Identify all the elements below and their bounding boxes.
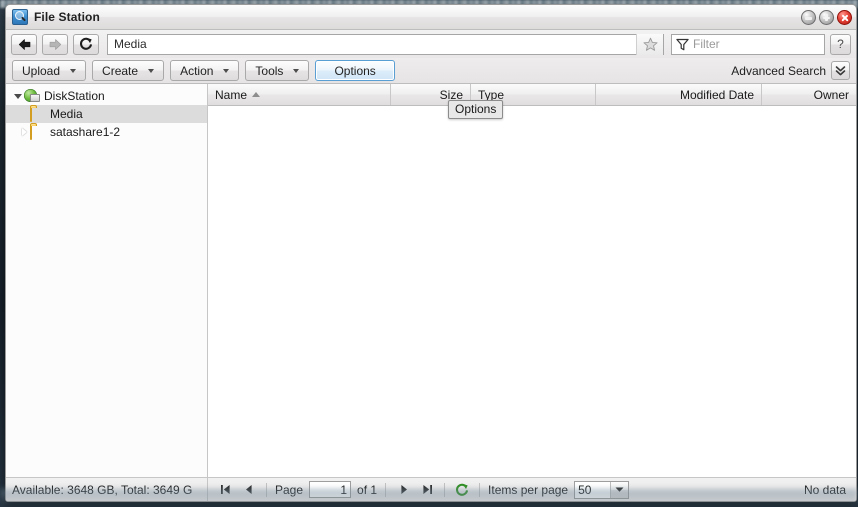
divider	[479, 482, 481, 497]
folder-icon	[30, 124, 46, 140]
arrow-right-icon	[49, 38, 61, 50]
arrow-left-icon	[18, 38, 30, 50]
items-per-page-select[interactable]: 50	[574, 480, 630, 499]
navigation-bar: Media Filter ?	[6, 30, 856, 58]
tree-item-diskstation[interactable]: DiskStation	[6, 87, 207, 105]
main-toolbar: Upload Create Action Tools Options Advan…	[6, 58, 856, 84]
next-page-button[interactable]	[394, 481, 412, 499]
options-button[interactable]: Options	[315, 60, 395, 81]
minimize-button[interactable]	[801, 9, 816, 25]
sort-ascending-icon	[252, 92, 261, 97]
divider	[266, 482, 267, 497]
window-controls	[801, 9, 852, 25]
tree-item-label: Media	[50, 107, 83, 121]
divider	[444, 482, 446, 497]
column-header-name[interactable]: Name	[208, 84, 391, 105]
tree-item-label: satashare1-2	[50, 125, 121, 139]
chevron-down-icon[interactable]	[223, 68, 230, 73]
chevron-down-icon[interactable]	[610, 481, 629, 498]
upload-button-label: Upload	[22, 63, 61, 78]
chevron-double-down-icon[interactable]	[831, 61, 850, 80]
address-input[interactable]: Media	[108, 37, 636, 51]
file-list-panel: Name Size Type Modified Date Owner Page …	[208, 84, 856, 501]
refresh-icon	[456, 483, 469, 496]
upload-button[interactable]: Upload	[12, 60, 87, 81]
action-button-label: Action	[180, 63, 214, 78]
diskstation-icon	[24, 89, 40, 103]
filter-icon	[676, 38, 689, 50]
file-list-body[interactable]	[208, 106, 856, 477]
create-button-label: Create	[102, 63, 139, 78]
page-label: Page	[275, 482, 304, 497]
star-icon[interactable]	[636, 33, 663, 55]
advanced-search-label: Advanced Search	[731, 63, 826, 78]
storage-status: Available: 3648 GB, Total: 3649 G	[6, 477, 207, 501]
folder-icon	[30, 106, 46, 122]
folder-tree-panel: DiskStation Media satashare1-2 Available…	[6, 84, 208, 501]
items-per-page-value: 50	[578, 482, 592, 497]
refresh-button[interactable]	[73, 33, 99, 55]
column-header-label: Name	[215, 87, 248, 102]
file-station-icon	[12, 9, 28, 25]
window-title: File Station	[34, 10, 100, 24]
help-button[interactable]: ?	[830, 33, 851, 55]
first-page-icon	[220, 485, 230, 494]
column-header-label: Modified Date	[679, 87, 754, 102]
address-bar[interactable]: Media	[107, 33, 664, 55]
tree-item-media[interactable]: Media	[6, 105, 207, 123]
advanced-search[interactable]: Advanced Search	[731, 61, 850, 80]
desktop-background: File Station Media Filter ? Upload Creat…	[0, 0, 858, 507]
create-button[interactable]: Create	[92, 60, 165, 81]
filter-input[interactable]: Filter	[693, 37, 720, 51]
first-page-button[interactable]	[216, 481, 234, 499]
refresh-icon	[80, 37, 93, 50]
tools-button[interactable]: Tools	[245, 60, 310, 81]
window-titlebar[interactable]: File Station	[6, 5, 856, 30]
chevron-right-icon	[400, 485, 407, 494]
tree-item-satashare1-2[interactable]: satashare1-2	[6, 123, 207, 141]
maximize-button[interactable]	[819, 9, 834, 25]
page-total-label: of 1	[357, 482, 378, 497]
forward-button[interactable]	[42, 33, 68, 55]
filter-field[interactable]: Filter	[671, 33, 825, 55]
pagination-bar: Page of 1	[208, 477, 856, 501]
back-button[interactable]	[11, 33, 37, 55]
column-header-modified-date[interactable]: Modified Date	[596, 84, 762, 105]
column-header-label: Owner	[813, 87, 849, 102]
previous-page-button[interactable]	[240, 481, 258, 499]
close-button[interactable]	[837, 9, 852, 25]
page-number-input[interactable]	[309, 481, 352, 498]
refresh-grid-button[interactable]	[453, 481, 471, 499]
chevron-left-icon	[245, 485, 252, 494]
folder-tree: DiskStation Media satashare1-2	[6, 84, 207, 477]
file-station-window: File Station Media Filter ? Upload Creat…	[5, 4, 857, 502]
action-button[interactable]: Action	[170, 60, 240, 81]
tools-button-label: Tools	[255, 63, 284, 78]
column-header-owner[interactable]: Owner	[762, 84, 856, 105]
divider	[385, 482, 387, 497]
tree-item-label: DiskStation	[44, 89, 105, 103]
expander-expanded-icon[interactable]	[12, 93, 24, 99]
options-button-label: Options	[334, 63, 376, 78]
items-per-page-label: Items per page	[488, 482, 569, 497]
chevron-down-icon[interactable]	[148, 68, 155, 73]
chevron-down-icon[interactable]	[70, 68, 77, 73]
chevron-down-icon[interactable]	[293, 68, 300, 73]
expander-collapsed-icon[interactable]	[18, 128, 30, 136]
last-page-button[interactable]	[418, 481, 436, 499]
last-page-icon	[422, 485, 432, 494]
window-content: DiskStation Media satashare1-2 Available…	[6, 84, 856, 501]
file-list-header: Name Size Type Modified Date Owner	[208, 84, 856, 106]
grid-status: No data	[803, 482, 846, 497]
tooltip: Options	[448, 100, 504, 119]
